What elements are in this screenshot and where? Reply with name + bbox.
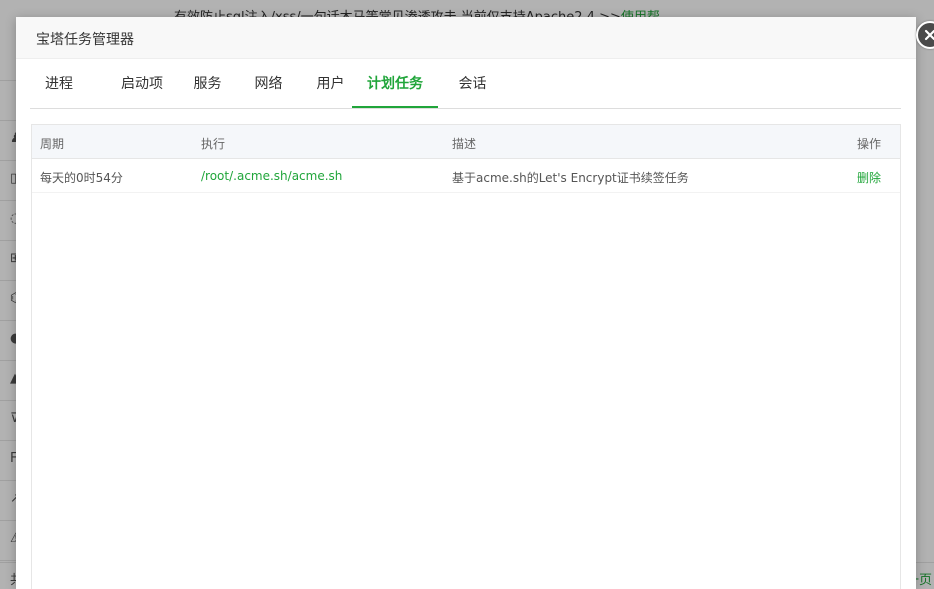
tab-scheduled-tasks[interactable]: 计划任务 [352,67,438,108]
cell-command: /root/.acme.sh/acme.sh [201,169,343,183]
cell-cycle: 每天的0时54分 [40,171,123,185]
tab-users[interactable]: 用户 [308,67,353,108]
tab-startup[interactable]: 启动项 [112,67,172,108]
cell-description: 基于acme.sh的Let's Encrypt证书续签任务 [452,171,689,185]
tab-bar: 进程 启动项 服务 网络 用户 计划任务 会话 [30,67,901,109]
tab-sessions[interactable]: 会话 [450,67,495,108]
close-icon [924,29,934,41]
scheduled-tasks-table: 周期 执行 描述 操作 每天的0时54分 /root/.acme.sh/acme… [31,124,901,589]
table-header: 周期 执行 描述 操作 [32,125,900,159]
tab-processes[interactable]: 进程 [30,67,88,108]
header-description: 描述 [452,137,477,151]
modal-header: 宝塔任务管理器 [16,17,916,59]
table-row: 每天的0时54分 /root/.acme.sh/acme.sh 基于acme.s… [32,159,900,193]
tab-network[interactable]: 网络 [246,67,291,108]
header-action: 操作 [857,137,882,151]
delete-button[interactable]: 删除 [857,169,881,186]
task-manager-modal: 宝塔任务管理器 进程 启动项 服务 网络 用户 计划任务 会话 周期 执行 描述… [16,17,934,589]
header-command: 执行 [201,137,226,151]
modal-title: 宝塔任务管理器 [36,32,134,48]
header-cycle: 周期 [40,137,65,151]
tab-services[interactable]: 服务 [185,67,230,108]
